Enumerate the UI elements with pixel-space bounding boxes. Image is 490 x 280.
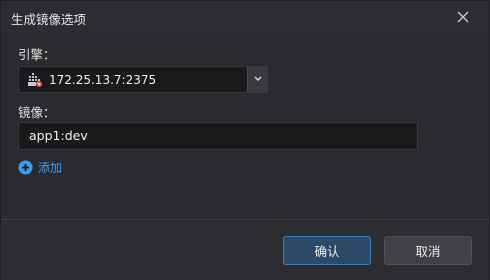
- add-label: 添加: [38, 160, 63, 175]
- engine-select[interactable]: 172.25.13.7:2375: [18, 66, 268, 93]
- cancel-button[interactable]: 取消: [384, 236, 472, 265]
- confirm-button[interactable]: 确认: [283, 236, 371, 265]
- close-icon: [457, 11, 469, 23]
- engine-value: 172.25.13.7:2375: [49, 73, 157, 87]
- dialog-footer: 确认 取消: [1, 219, 489, 280]
- image-input[interactable]: app1:dev: [18, 122, 418, 150]
- engine-label: 引擎：: [18, 47, 56, 62]
- generate-image-options-dialog: 生成镜像选项 引擎： 172.25.13.7:2375 镜像： app1:dev…: [0, 0, 490, 280]
- dialog-titlebar: 生成镜像选项: [1, 1, 489, 33]
- add-button[interactable]: 添加: [18, 158, 62, 176]
- engine-dropdown-button[interactable]: [247, 67, 267, 92]
- dialog-title: 生成镜像选项: [11, 12, 87, 27]
- image-label: 镜像：: [18, 105, 56, 120]
- docker-engine-icon: [28, 73, 42, 87]
- chevron-down-icon: [254, 76, 262, 81]
- close-button[interactable]: [453, 7, 473, 27]
- plus-circle-icon: [18, 160, 33, 174]
